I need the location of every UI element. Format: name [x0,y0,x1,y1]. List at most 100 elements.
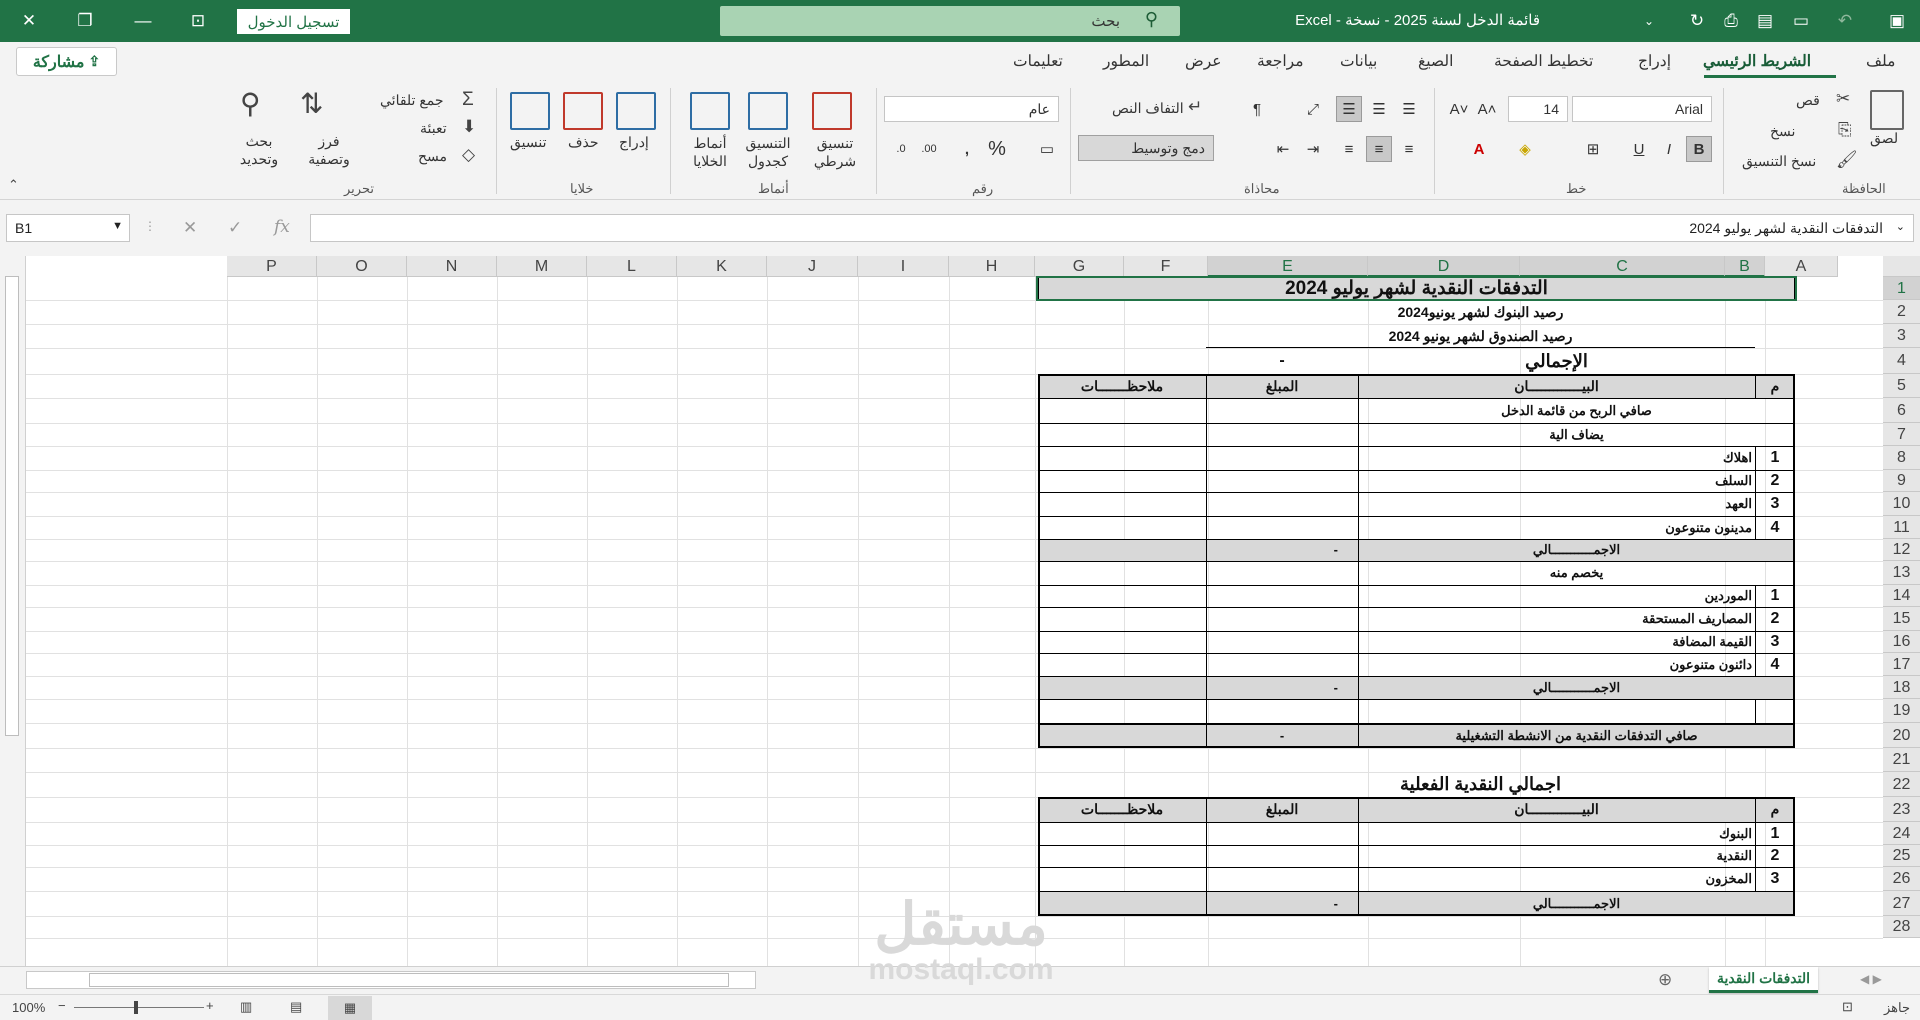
wrap-text-icon[interactable]: ↵ [1188,98,1202,115]
zoom-slider-handle[interactable] [134,1001,138,1014]
worksheet-grid[interactable]: ABCDEFGHIJKLMNOP 1 2 3 4 5 6 7 8 9 10 11 12 13 14 15 16… [0,256,1920,966]
row-header[interactable]: 20 [1883,723,1920,748]
row-header[interactable]: 16 [1883,631,1920,653]
bank-balance-label[interactable]: رصيد البنوك لشهر يونيو2024 [1206,300,1755,324]
align-bottom-icon[interactable]: ☰ [1336,96,1362,122]
autosum-icon[interactable]: Σ [462,90,474,109]
tab-formulas[interactable]: الصيغ [1418,52,1453,71]
column-header[interactable]: J [767,256,858,277]
copy-button[interactable]: نسخ [1770,123,1795,140]
align-middle-icon[interactable]: ☰ [1366,96,1392,122]
font-size-select[interactable]: 14 [1508,96,1568,122]
row-header[interactable]: 19 [1883,699,1920,723]
font-color-icon[interactable]: A [1466,136,1492,162]
column-header[interactable]: M [497,256,587,277]
total-top-value[interactable]: - [1206,348,1358,374]
delete-cells-button[interactable]: حذف [568,134,599,151]
indent-increase-icon[interactable]: ⇥ [1300,136,1326,162]
redo-icon[interactable]: ↻ [1682,6,1712,36]
row-header[interactable]: 26 [1883,867,1920,891]
indent-decrease-icon[interactable]: ⇤ [1270,136,1296,162]
align-top-icon[interactable]: ☰ [1396,96,1422,122]
ribbon-display-icon[interactable]: ⊡ [183,6,213,36]
cut-button[interactable]: قص [1796,92,1820,109]
close-icon[interactable]: ✕ [14,6,44,36]
copy-icon[interactable]: ⎘ [1838,121,1852,138]
zoom-in-icon[interactable]: + [206,998,214,1013]
undo-icon[interactable]: ↶ [1830,6,1860,36]
tab-review[interactable]: مراجعة [1257,52,1304,71]
tab-home[interactable]: الشريط الرئيسي [1703,52,1811,71]
column-header[interactable]: I [858,256,949,277]
tab-insert[interactable]: إدراج [1638,52,1671,71]
fill-icon[interactable]: ⬇ [462,118,476,135]
merge-center-button[interactable]: دمج وتوسيط [1078,135,1214,161]
column-header[interactable]: N [407,256,497,277]
row-header[interactable]: 24 [1883,822,1920,845]
row-header[interactable]: 5 [1883,374,1920,398]
row-header[interactable]: 22 [1883,772,1920,797]
minimize-icon[interactable]: — [128,6,158,36]
paste-icon[interactable] [1870,90,1904,130]
formula-input[interactable]: التدفقات النقدية لشهر يوليو 2024 ⌄ [310,214,1914,242]
row-header[interactable]: 11 [1883,516,1920,539]
underline-button[interactable]: U [1626,136,1652,162]
row-header[interactable]: 9 [1883,470,1920,492]
scroll-thumb[interactable] [5,276,19,736]
accounting-format-icon[interactable]: ▭ [1034,136,1060,162]
column-header[interactable]: C [1520,256,1725,277]
accessibility-icon[interactable]: ⊡ [1842,999,1853,1015]
column-header[interactable]: K [677,256,767,277]
row-header[interactable]: 21 [1883,748,1920,772]
zoom-level[interactable]: 100% [12,1000,45,1015]
conditional-formatting-button[interactable]: تنسيق شرطي [810,134,860,170]
wrap-text-button[interactable]: التفاف النص [1112,100,1184,117]
format-painter-button[interactable]: نسخ التنسيق [1742,153,1816,170]
horizontal-scrollbar[interactable] [26,971,756,989]
tab-help[interactable]: تعليمات [1013,52,1063,71]
cancel-icon[interactable]: ✕ [183,219,197,236]
align-center-icon[interactable]: ≡ [1366,136,1392,162]
insert-cells-icon[interactable] [616,92,656,130]
row-header[interactable]: 1 [1883,277,1920,300]
column-header[interactable]: D [1368,256,1520,277]
expand-formula-icon[interactable]: ⌄ [1896,220,1905,233]
customize-qat-icon[interactable]: ⌄ [1634,6,1664,36]
collapse-ribbon-icon[interactable]: ⌃ [8,178,19,191]
insert-cells-button[interactable]: إدراج [619,134,649,151]
bold-button[interactable]: B [1686,136,1712,162]
fill-button[interactable]: تعبئة [420,120,447,137]
clear-button[interactable]: مسح [418,148,447,165]
increase-decimal-icon[interactable]: .0 [888,136,914,162]
new-sheet-icon[interactable]: ⊕ [1658,971,1672,988]
scroll-thumb[interactable] [89,973,729,987]
sort-filter-icon[interactable]: ⇅ [300,90,323,118]
zoom-slider[interactable] [74,1007,204,1008]
open-icon[interactable]: ▭ [1786,6,1816,36]
row-header[interactable]: 25 [1883,845,1920,867]
row-header[interactable]: 12 [1883,539,1920,561]
cell-styles-button[interactable]: أنماط الخلايا [682,134,738,170]
row-header[interactable]: 28 [1883,916,1920,938]
borders-icon[interactable]: ⊞ [1580,136,1606,162]
row-header[interactable]: 17 [1883,653,1920,676]
column-header[interactable]: L [587,256,677,277]
fill-color-icon[interactable]: ◈ [1512,136,1538,162]
find-select-icon[interactable]: ⚲ [240,90,261,118]
conditional-formatting-icon[interactable] [812,92,852,130]
decrease-decimal-icon[interactable]: .00 [916,136,942,162]
decrease-font-icon[interactable]: A˅ [1446,96,1472,122]
delete-cells-icon[interactable] [563,92,603,130]
format-as-table-icon[interactable] [748,92,788,130]
column-header[interactable]: P [227,256,317,277]
cut-icon[interactable]: ✂ [1836,90,1850,107]
autosum-button[interactable]: جمع تلقائي [380,92,444,109]
row-header[interactable]: 6 [1883,398,1920,423]
insert-function-icon[interactable]: fx [274,219,290,236]
cash-balance-label[interactable]: رصيد الصندوق لشهر يونيو 2024 [1206,324,1755,348]
sort-filter-button[interactable]: فرز وتصفية [304,132,354,168]
format-painter-icon[interactable]: 🖌 [1836,151,1858,168]
format-cells-button[interactable]: تنسيق [510,134,547,151]
name-box[interactable]: B1 ▼ [6,214,130,242]
row-header[interactable]: 13 [1883,561,1920,585]
